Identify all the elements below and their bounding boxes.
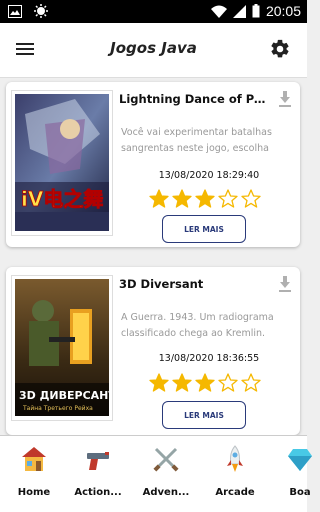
star-filled-icon	[172, 189, 192, 208]
app-bar: Jogos Java	[0, 23, 307, 78]
brightness-icon	[34, 4, 48, 18]
star-filled-icon	[149, 189, 169, 208]
nav-label: Adven...	[142, 487, 190, 498]
game-title[interactable]: 3D Diversant	[119, 277, 271, 291]
read-more-button[interactable]: LER MAIS	[162, 401, 246, 429]
star-rating	[149, 373, 261, 392]
download-icon[interactable]	[278, 91, 292, 107]
game-description: A Guerra. 1943. Um radiograma classifica…	[121, 312, 274, 339]
rocket-icon	[227, 445, 243, 472]
star-empty-icon	[218, 189, 238, 208]
game-cover-image: 3D ДИВЕРСАНТ Тайна Третьего Рейха	[15, 279, 116, 416]
star-empty-icon	[241, 373, 261, 392]
nav-item-home[interactable]: Home	[2, 444, 66, 498]
nav-label: Boa	[289, 487, 311, 498]
star-filled-icon	[172, 373, 192, 392]
image-notification-icon	[8, 4, 22, 18]
nav-label: Arcade	[215, 487, 255, 498]
game-date: 13/08/2020 18:36:55	[158, 353, 260, 364]
game-description: Você vai experimentar batalhas sangrenta…	[121, 127, 272, 154]
svg-text:iV电之舞: iV电之舞	[21, 187, 103, 211]
svg-text:Тайна Третьего Рейха: Тайна Третьего Рейха	[22, 405, 93, 412]
house-icon	[22, 447, 46, 471]
crossed-swords-icon	[153, 447, 179, 472]
star-rating	[149, 189, 261, 208]
read-more-button[interactable]: LER MAIS	[162, 215, 246, 243]
game-list[interactable]: iV电之舞 Lightning Dance of Passi... Você v…	[0, 79, 307, 435]
star-empty-icon	[218, 373, 238, 392]
star-filled-icon	[195, 373, 215, 392]
nav-item-action[interactable]: Action...	[66, 444, 130, 498]
bottom-nav: Home Action... Adven... Arcade Boa	[0, 435, 312, 512]
nav-label: Home	[17, 487, 51, 498]
star-empty-icon	[241, 189, 261, 208]
star-filled-icon	[149, 373, 169, 392]
nav-item-adventure[interactable]: Adven...	[134, 444, 198, 498]
game-cover-image: iV电之舞	[15, 94, 109, 231]
download-icon[interactable]	[278, 276, 292, 292]
svg-text:3D ДИВЕРСАНТ: 3D ДИВЕРСАНТ	[19, 389, 109, 402]
nav-label: Action...	[74, 487, 122, 498]
page-title: Jogos Java	[110, 39, 197, 57]
signal-icon	[232, 4, 246, 18]
battery-icon	[252, 4, 260, 18]
game-title[interactable]: Lightning Dance of Passi...	[119, 92, 271, 106]
game-card[interactable]: 3D ДИВЕРСАНТ Тайна Третьего Рейха 3D Div…	[6, 267, 300, 435]
game-cover[interactable]: 3D ДИВЕРСАНТ Тайна Третьего Рейха	[11, 275, 116, 421]
game-cover[interactable]: iV电之舞	[11, 90, 113, 236]
star-filled-icon	[195, 189, 215, 208]
nav-item-board[interactable]: Boa	[268, 444, 320, 498]
status-time: 20:05	[265, 3, 301, 19]
gear-icon	[271, 39, 289, 58]
game-date: 13/08/2020 18:29:40	[158, 170, 260, 181]
diamond-icon	[288, 449, 312, 471]
status-bar: 20:05	[0, 0, 307, 23]
game-card[interactable]: iV电之舞 Lightning Dance of Passi... Você v…	[6, 82, 300, 247]
nav-item-arcade[interactable]: Arcade	[203, 444, 267, 498]
pistol-icon	[87, 452, 109, 470]
settings-button[interactable]	[269, 38, 291, 60]
wifi-icon	[210, 5, 227, 18]
